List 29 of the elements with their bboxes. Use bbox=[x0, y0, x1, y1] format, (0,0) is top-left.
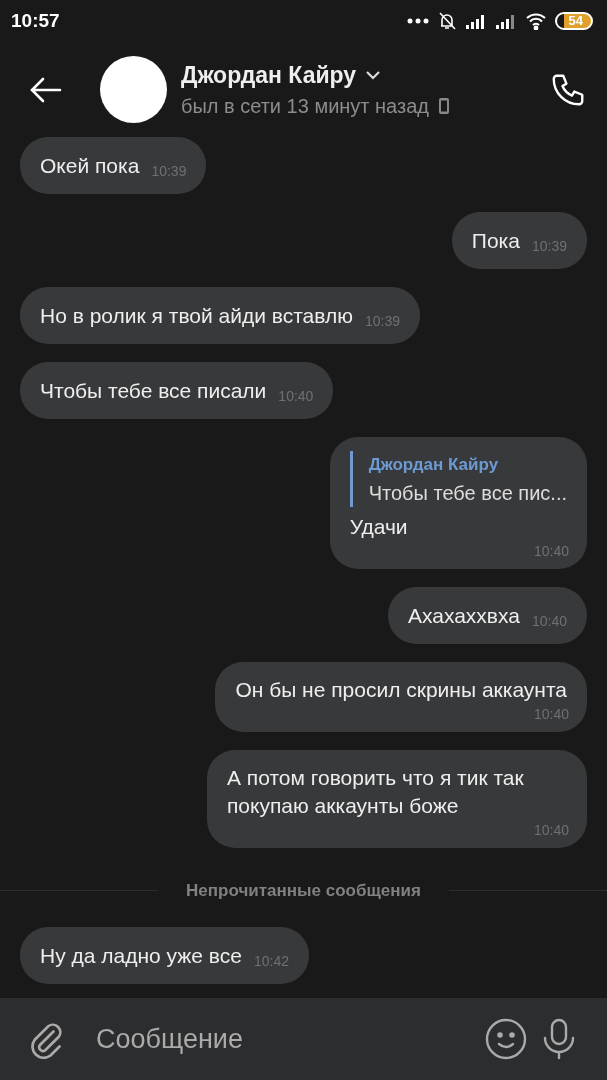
battery-indicator: 54 bbox=[554, 12, 593, 30]
message-text: Он бы не просил скрины аккаунта bbox=[235, 677, 567, 703]
more-dots-icon bbox=[406, 18, 429, 24]
signal-icon bbox=[494, 13, 517, 29]
message-text: А потом говорить что я тик так покупаю аккаунты боже bbox=[227, 765, 525, 819]
message-text: Окей пока bbox=[40, 153, 140, 179]
quote-author: Джордан Кайру bbox=[368, 454, 500, 476]
message-text: Но в ролик я твой айди вставлю bbox=[40, 303, 353, 329]
signal-icon bbox=[464, 13, 487, 29]
contact-name[interactable]: Джордан Кайру bbox=[181, 61, 357, 89]
wifi-icon bbox=[524, 12, 547, 30]
message-text: Чтобы тебе все писали bbox=[40, 378, 267, 404]
smiley-icon[interactable] bbox=[485, 1018, 527, 1060]
message-input-field[interactable]: Сообщение bbox=[92, 1013, 471, 1065]
message-text: Пока bbox=[471, 228, 520, 254]
message-text: Ахахаххвха bbox=[407, 603, 520, 629]
microphone-icon[interactable] bbox=[541, 1018, 577, 1060]
message-text: Ну да ладно уже все bbox=[40, 943, 242, 969]
back-arrow-icon[interactable] bbox=[30, 76, 62, 103]
message-composer[interactable]: Сообщение bbox=[0, 998, 607, 1080]
quote-text: Чтобы тебе все пис... bbox=[368, 481, 567, 506]
reply-quote[interactable]: Джордан Кайру Чтобы тебе все пис... bbox=[349, 451, 567, 507]
phone-device-icon bbox=[438, 97, 450, 115]
message-text: Удачи bbox=[349, 514, 409, 540]
muted-bell-icon bbox=[436, 11, 457, 31]
chevron-down-icon[interactable] bbox=[365, 70, 382, 80]
last-seen-status: был в сети 13 минут назад bbox=[181, 94, 429, 118]
unread-divider-label: Непрочитанные сообщения bbox=[158, 881, 449, 901]
status-time: 10:57 bbox=[11, 10, 60, 32]
